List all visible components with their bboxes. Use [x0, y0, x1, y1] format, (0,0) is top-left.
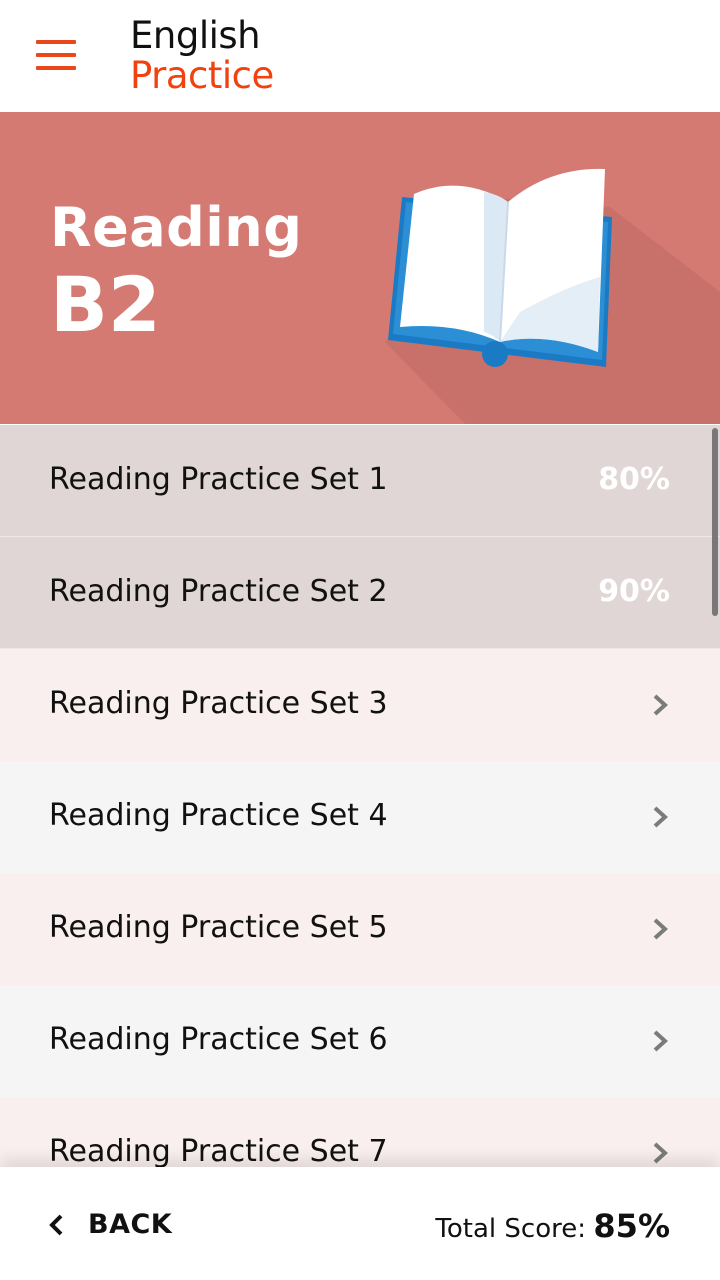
back-label: BACK — [88, 1209, 173, 1240]
app-header: English Practice — [0, 0, 720, 112]
list-item-set-7[interactable]: Reading Practice Set 7 — [0, 1097, 720, 1167]
list-item-set-1[interactable]: Reading Practice Set 1 80% — [0, 425, 720, 537]
score-badge: 80% — [598, 462, 670, 497]
list-item-label: Reading Practice Set 7 — [49, 1134, 388, 1167]
chevron-right-icon — [653, 806, 668, 828]
level-badge: B2 — [50, 260, 161, 349]
total-score-value: 85% — [593, 1207, 670, 1245]
chevron-right-icon — [653, 694, 668, 716]
chevron-right-icon — [653, 1030, 668, 1052]
total-score-label: Total Score: — [435, 1214, 586, 1244]
list-item-set-2[interactable]: Reading Practice Set 2 90% — [0, 537, 720, 649]
chevron-right-icon — [653, 918, 668, 940]
score-badge: 90% — [598, 574, 670, 609]
section-banner: Reading B2 — [0, 112, 720, 424]
practice-set-list: Reading Practice Set 1 80% Reading Pract… — [0, 425, 720, 1167]
footer-bar: BACK Total Score: 85% — [0, 1167, 720, 1280]
list-item-label: Reading Practice Set 1 — [49, 462, 388, 497]
list-item-label: Reading Practice Set 3 — [49, 686, 388, 721]
list-item-set-5[interactable]: Reading Practice Set 5 — [0, 873, 720, 985]
list-item-label: Reading Practice Set 2 — [49, 574, 388, 609]
list-scrollbar[interactable] — [712, 428, 718, 616]
list-item-set-3[interactable]: Reading Practice Set 3 — [0, 649, 720, 761]
logo-english: English — [130, 14, 261, 57]
hamburger-menu-icon[interactable] — [36, 40, 76, 72]
list-item-set-6[interactable]: Reading Practice Set 6 — [0, 985, 720, 1097]
section-title: Reading — [50, 196, 303, 259]
open-book-icon — [385, 168, 720, 424]
list-item-label: Reading Practice Set 4 — [49, 798, 388, 833]
logo-practice: Practice — [130, 54, 274, 97]
list-item-set-4[interactable]: Reading Practice Set 4 — [0, 761, 720, 873]
list-item-label: Reading Practice Set 6 — [49, 1022, 388, 1057]
list-item-label: Reading Practice Set 5 — [49, 910, 388, 945]
chevron-left-icon — [49, 1214, 63, 1236]
app-logo: English Practice — [130, 16, 274, 96]
chevron-right-icon — [653, 1142, 668, 1164]
